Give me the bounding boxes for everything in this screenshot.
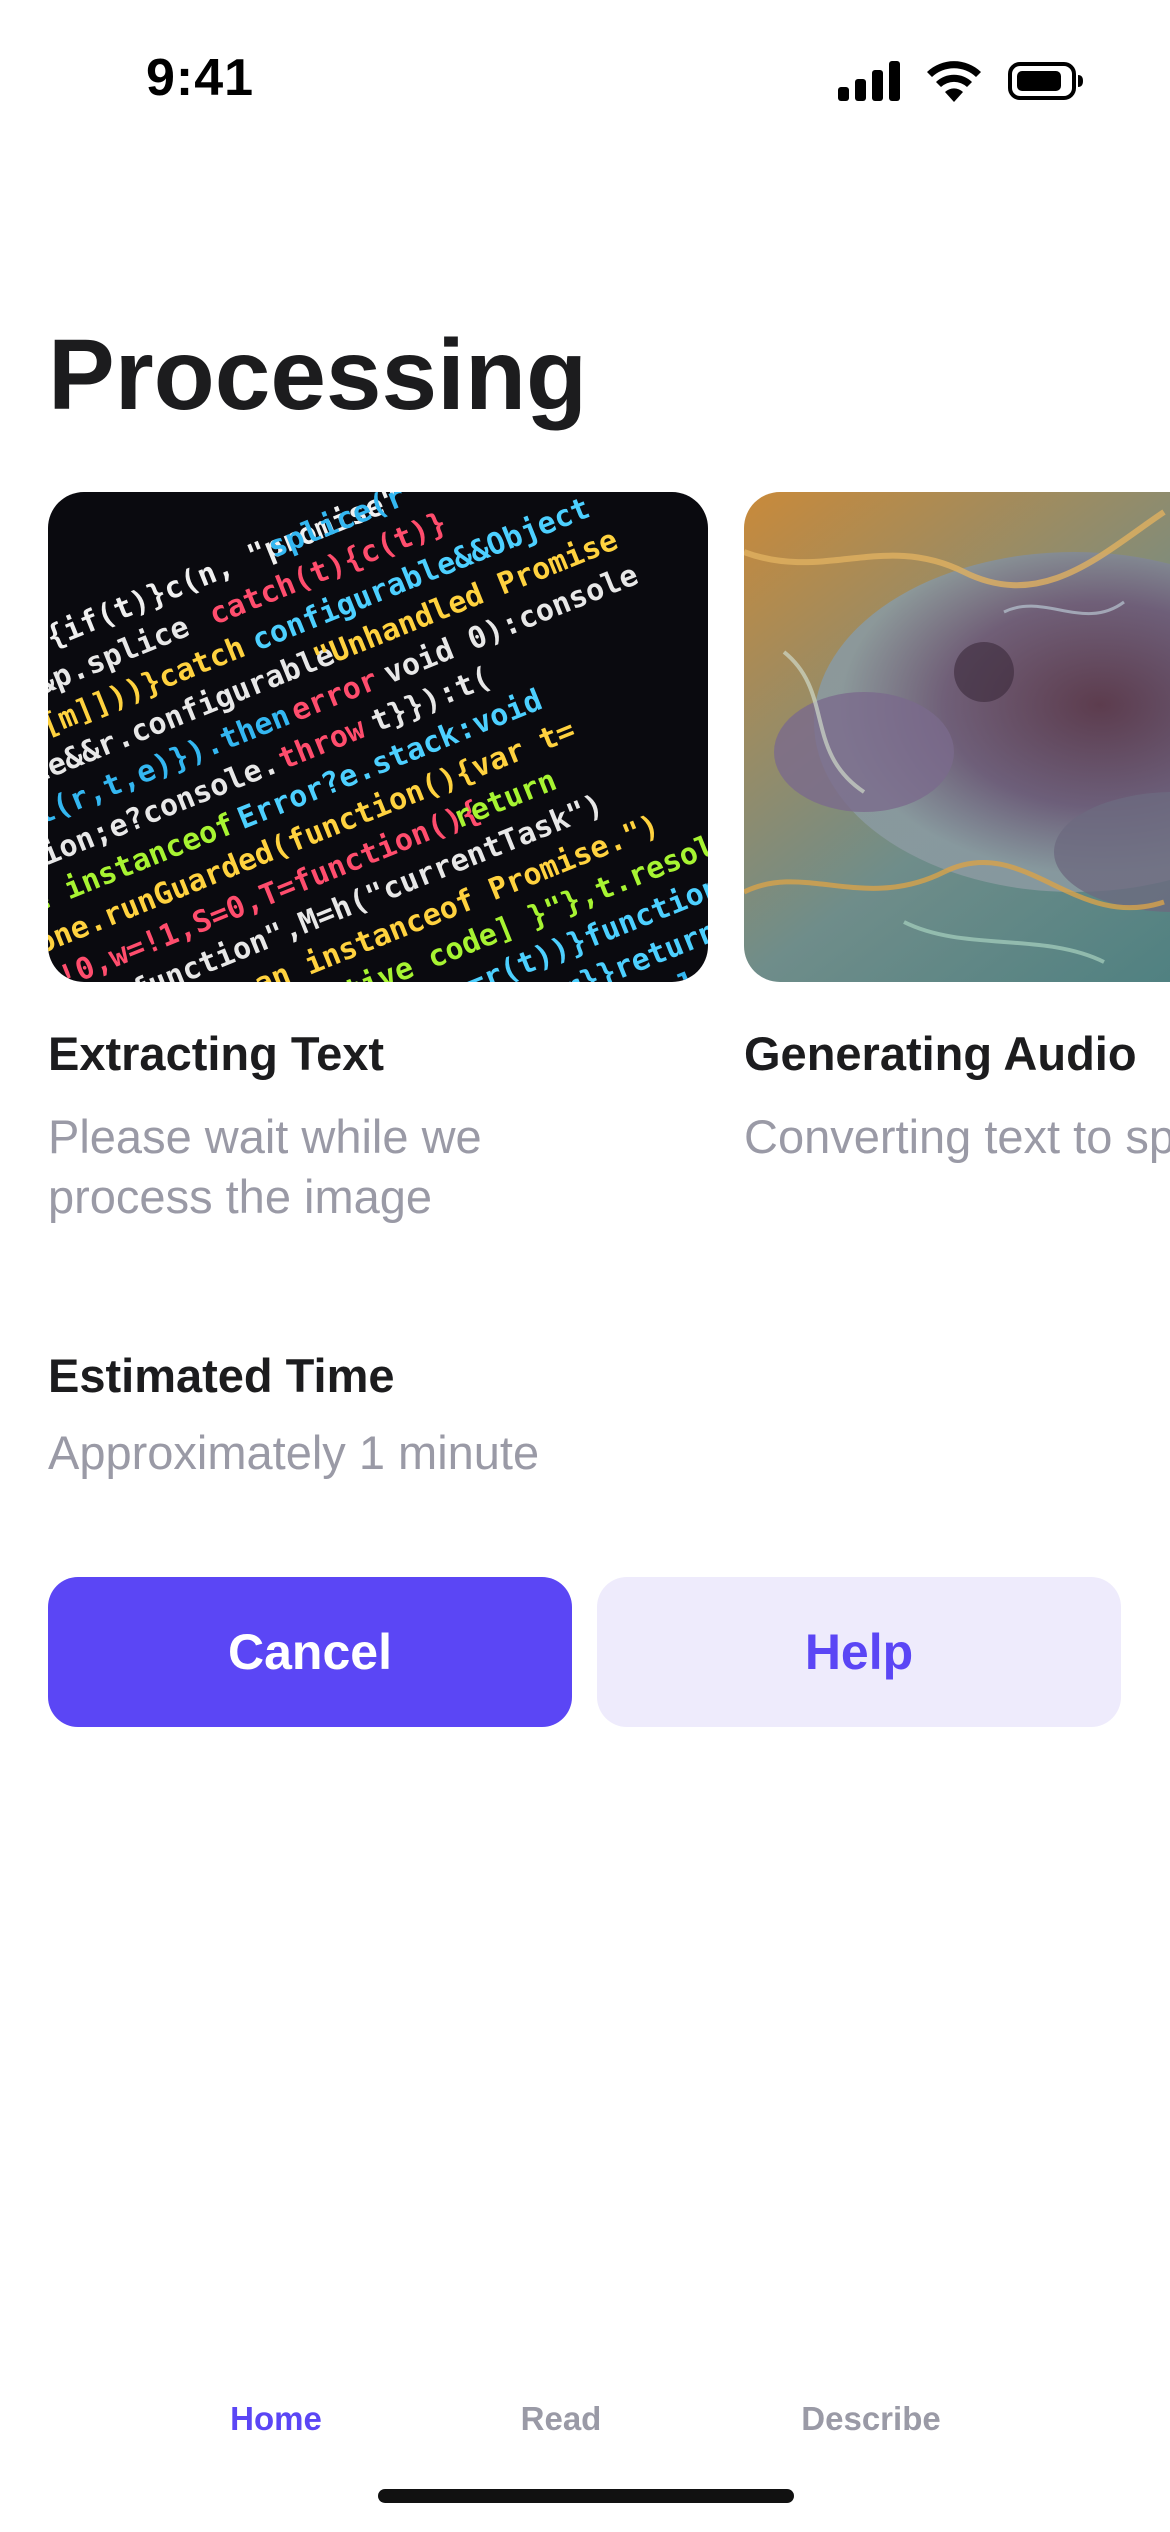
- cellular-signal-icon: [838, 61, 900, 101]
- tab-read[interactable]: Read: [521, 2400, 602, 2438]
- tab-describe[interactable]: Describe: [801, 2400, 940, 2438]
- card-subtitle: Converting text to speech: [744, 1110, 1170, 1163]
- card-title: Extracting Text: [48, 1027, 385, 1080]
- card-image-source-code: ction s(t){if(t)}c(n, "promise" splice(r…: [48, 492, 708, 982]
- help-button[interactable]: Help: [597, 1577, 1121, 1727]
- card-subtitle: Please wait while we process the image: [48, 1110, 482, 1223]
- home-indicator: [378, 2489, 794, 2503]
- cancel-button[interactable]: Cancel: [48, 1577, 572, 1727]
- estimated-time-section: Estimated Time Approximately 1 minute: [48, 1348, 539, 1480]
- tab-home[interactable]: Home: [230, 2400, 322, 2438]
- card-title: Generating Audio: [744, 1027, 1137, 1080]
- status-bar: 9:41: [0, 0, 1170, 160]
- estimated-time-value: Approximately 1 minute: [48, 1426, 540, 1479]
- tab-bar: Home Read Describe: [0, 2400, 1170, 2460]
- page-title: Processing: [48, 319, 588, 431]
- card-generating-audio[interactable]: Generating Audio Converting text to spee…: [744, 492, 1170, 1167]
- status-icons: [838, 58, 1084, 104]
- card-image-satellite-terrain: [744, 492, 1170, 982]
- card-extracting-text[interactable]: ction s(t){if(t)}c(n, "promise" splice(r…: [48, 492, 708, 1227]
- estimated-time-label: Estimated Time: [48, 1349, 395, 1402]
- wifi-icon: [927, 61, 981, 102]
- processing-carousel[interactable]: ction s(t){if(t)}c(n, "promise" splice(r…: [48, 492, 1170, 1272]
- status-time: 9:41: [146, 49, 255, 107]
- battery-icon: [1008, 62, 1083, 100]
